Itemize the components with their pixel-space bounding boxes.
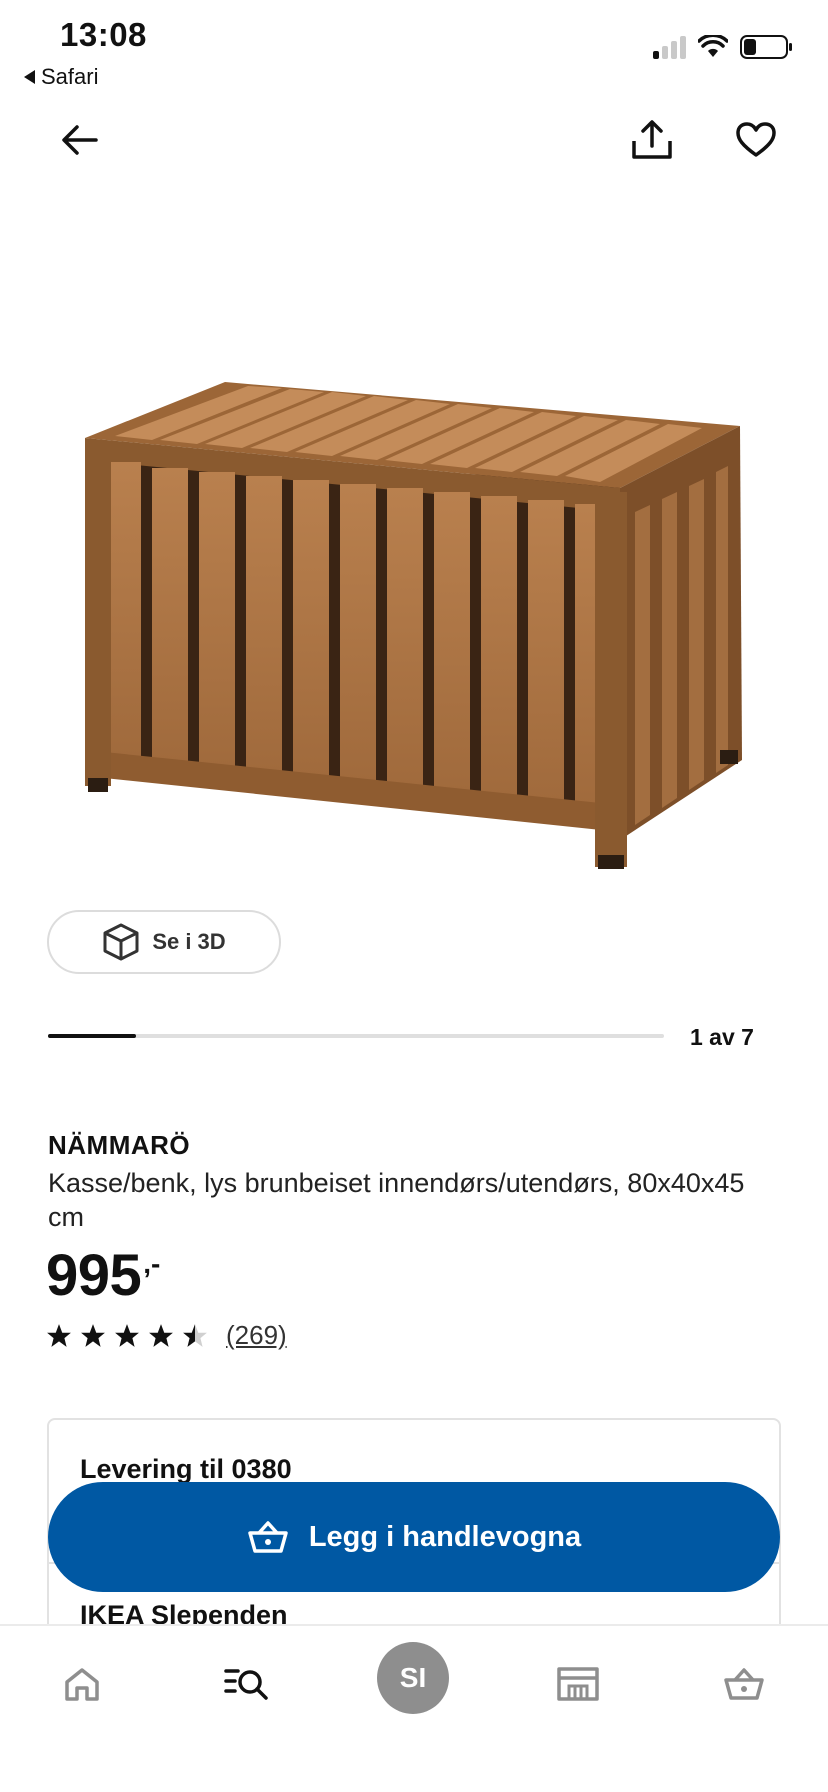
back-to-app-link[interactable]: Safari — [24, 64, 98, 90]
price-amount: 995 — [46, 1243, 142, 1308]
product-image[interactable] — [60, 250, 770, 890]
favorite-button[interactable] — [728, 112, 784, 168]
back-button[interactable] — [52, 112, 108, 168]
nav-cart[interactable] — [712, 1656, 776, 1712]
gallery-progress-fill — [48, 1034, 137, 1038]
star-full-icon — [149, 1323, 173, 1347]
battery-icon — [740, 35, 792, 59]
gallery-progress — [48, 1034, 664, 1038]
product-price: 995 ,- — [46, 1244, 160, 1308]
rating-stars — [46, 1323, 208, 1349]
star-full-icon — [47, 1323, 71, 1347]
back-triangle-icon — [24, 70, 35, 84]
search-list-icon — [224, 1669, 268, 1700]
star-full-icon — [115, 1323, 139, 1347]
star-half-icon — [183, 1323, 207, 1347]
gallery-counter: 1 av 7 — [690, 1024, 754, 1050]
add-to-cart-button[interactable]: Legg i handlevogna — [48, 1482, 780, 1592]
add-to-cart-label: Legg i handlevogna — [308, 1520, 582, 1553]
arrow-left-icon — [62, 125, 98, 155]
product-rating[interactable]: (269) — [46, 1320, 287, 1351]
store-icon — [557, 1667, 599, 1701]
cube-icon — [103, 923, 139, 961]
bottom-nav: SI — [0, 1624, 828, 1792]
cart-icon — [248, 1521, 288, 1553]
star-full-icon — [81, 1323, 105, 1347]
view-3d-label: Se i 3D — [152, 929, 226, 954]
heart-icon — [736, 122, 776, 157]
status-icons — [653, 34, 794, 60]
back-app-label: Safari — [41, 64, 99, 89]
profile-avatar[interactable]: SI — [377, 1642, 449, 1714]
nav-search[interactable] — [215, 1656, 279, 1712]
price-suffix: ,- — [143, 1248, 161, 1279]
review-count[interactable]: (269) — [226, 1320, 287, 1351]
wifi-icon — [698, 35, 728, 57]
status-time: 13:08 — [60, 16, 147, 53]
share-icon — [632, 120, 672, 159]
delivery-option[interactable]: Levering til 0380 — [80, 1454, 292, 1485]
nav-stores[interactable] — [546, 1656, 610, 1712]
product-description: Kasse/benk, lys brunbeiset innendørs/ute… — [48, 1168, 745, 1232]
cart-icon — [724, 1668, 764, 1700]
share-button[interactable] — [624, 112, 680, 168]
signal-icon — [653, 35, 686, 59]
home-icon — [65, 1668, 99, 1701]
nav-home[interactable] — [50, 1656, 114, 1712]
view-3d-button[interactable]: Se i 3D — [47, 910, 281, 974]
product-name: NÄMMARÖ — [48, 1130, 191, 1160]
